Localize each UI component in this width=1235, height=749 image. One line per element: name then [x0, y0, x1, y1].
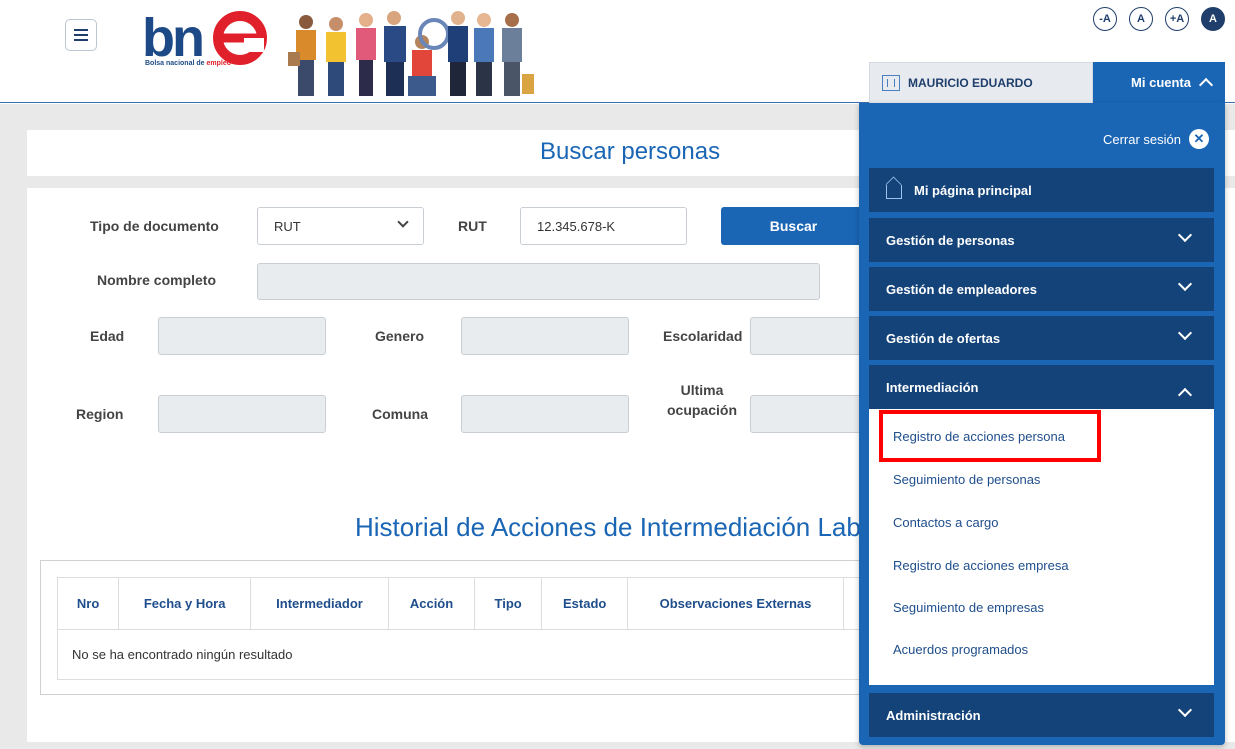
- menu-item-administracion[interactable]: Administración: [869, 693, 1214, 737]
- submenu-seguimiento-personas[interactable]: Seguimiento de personas: [893, 472, 1040, 487]
- col-fecha-hora[interactable]: Fecha y Hora: [118, 577, 252, 630]
- chevron-down-icon: [1177, 702, 1193, 718]
- submenu-seguimiento-empresas[interactable]: Seguimiento de empresas: [893, 600, 1044, 615]
- logout-link[interactable]: Cerrar sesión ✕: [1103, 129, 1209, 149]
- col-accion[interactable]: Acción: [387, 577, 476, 630]
- escolaridad-label: Escolaridad: [663, 328, 743, 344]
- decrease-font-button[interactable]: -A: [1093, 7, 1117, 31]
- buscar-button[interactable]: Buscar: [721, 207, 866, 245]
- history-table-container: Nro Fecha y Hora Intermediador Acción Ti…: [40, 560, 918, 695]
- history-table: Nro Fecha y Hora Intermediador Acción Ti…: [56, 577, 918, 680]
- edad-field[interactable]: [158, 317, 326, 355]
- rut-value: 12.345.678-K: [537, 218, 616, 234]
- tipo-documento-select[interactable]: RUT: [257, 207, 424, 245]
- my-account-tab[interactable]: Mi cuenta: [1093, 62, 1225, 103]
- increase-font-button[interactable]: +A: [1165, 7, 1189, 31]
- ultima-label-line1: Ultima: [680, 382, 724, 398]
- ultima-ocupacion-field[interactable]: [750, 395, 870, 433]
- highlight-box: [879, 410, 1101, 462]
- nombre-completo-label: Nombre completo: [97, 272, 217, 288]
- submenu-contactos-cargo[interactable]: Contactos a cargo: [893, 515, 999, 530]
- escolaridad-field[interactable]: [750, 317, 870, 355]
- menu-item-label: Gestión de empleadores: [886, 281, 1037, 297]
- font-size-controls: -A A +A A: [1093, 7, 1225, 31]
- svg-text:bn: bn: [142, 8, 202, 68]
- empty-message: No se ha encontrado ningún resultado: [57, 629, 917, 680]
- ultima-label-line2: ocupación: [666, 402, 737, 418]
- col-observaciones-externas[interactable]: Observaciones Externas: [627, 577, 844, 630]
- nombre-completo-field[interactable]: [257, 263, 820, 300]
- table-header-row: Nro Fecha y Hora Intermediador Acción Ti…: [56, 577, 918, 630]
- col-tipo[interactable]: Tipo: [474, 577, 543, 630]
- menu-item-gestion-personas[interactable]: Gestión de personas: [869, 218, 1214, 262]
- normal-font-button[interactable]: A: [1129, 7, 1153, 31]
- my-account-label: Mi cuenta: [1131, 75, 1191, 90]
- menu-item-label: Administración: [886, 707, 981, 723]
- menu-item-gestion-empleadores[interactable]: Gestión de empleadores: [869, 267, 1214, 311]
- chevron-down-icon: [1177, 325, 1193, 341]
- header: bn Bolsa nacional de empleo -A A +A A MA…: [0, 0, 1235, 103]
- comuna-field[interactable]: [461, 395, 629, 433]
- menu-item-label: Intermediación: [886, 379, 979, 395]
- high-contrast-button[interactable]: A: [1201, 7, 1225, 31]
- menu-item-intermediacion[interactable]: Intermediación: [869, 365, 1214, 409]
- building-icon: [882, 75, 900, 91]
- hamburger-menu-button[interactable]: [65, 19, 97, 51]
- genero-label: Genero: [375, 328, 425, 344]
- page-title: Buscar personas: [540, 138, 721, 165]
- col-nro[interactable]: Nro: [56, 577, 120, 630]
- chevron-up-icon: [1177, 387, 1193, 403]
- app-root: bn Bolsa nacional de empleo -A A +A A MA…: [0, 0, 1235, 749]
- chevron-down-icon: [397, 216, 409, 228]
- comuna-label: Comuna: [372, 406, 428, 422]
- history-title: Historial de Acciones de Intermediación …: [355, 512, 861, 542]
- tipo-documento-value: RUT: [274, 218, 301, 234]
- col-intermediador[interactable]: Intermediador: [250, 577, 389, 630]
- menu-item-label: Gestión de ofertas: [886, 330, 1001, 346]
- home-icon: [886, 185, 902, 199]
- tipo-documento-label: Tipo de documento: [90, 218, 219, 234]
- chevron-down-icon: [1177, 276, 1193, 292]
- chevron-down-icon: [1177, 227, 1193, 243]
- menu-item-home-label: Mi página principal: [914, 182, 1032, 198]
- submenu-acuerdos-programados[interactable]: Acuerdos programados: [893, 642, 1028, 657]
- submenu-registro-acciones-empresa[interactable]: Registro de acciones empresa: [893, 558, 1069, 573]
- region-field[interactable]: [158, 395, 326, 433]
- genero-field[interactable]: [461, 317, 629, 355]
- edad-label: Edad: [90, 328, 125, 344]
- ultima-ocupacion-label: Ultima ocupación: [662, 382, 742, 418]
- col-estado[interactable]: Estado: [541, 577, 629, 630]
- region-label: Region: [76, 406, 124, 422]
- menu-item-label: Gestión de personas: [886, 232, 1015, 248]
- user-name-tab[interactable]: MAURICIO EDUARDO: [869, 62, 1093, 103]
- menu-item-gestion-ofertas[interactable]: Gestión de ofertas: [869, 316, 1214, 360]
- logo-subtitle: Bolsa nacional de empleo: [145, 60, 231, 67]
- logout-label: Cerrar sesión: [1102, 131, 1181, 147]
- people-illustration: [288, 11, 534, 96]
- chevron-up-icon: [1198, 77, 1214, 93]
- rut-label: RUT: [458, 218, 487, 234]
- menu-item-home[interactable]: Mi página principal: [869, 168, 1214, 212]
- rut-input[interactable]: 12.345.678-K: [520, 207, 687, 245]
- user-name: MAURICIO EDUARDO: [908, 76, 1033, 90]
- table-row: No se ha encontrado ningún resultado: [57, 629, 917, 680]
- close-icon: ✕: [1189, 129, 1209, 149]
